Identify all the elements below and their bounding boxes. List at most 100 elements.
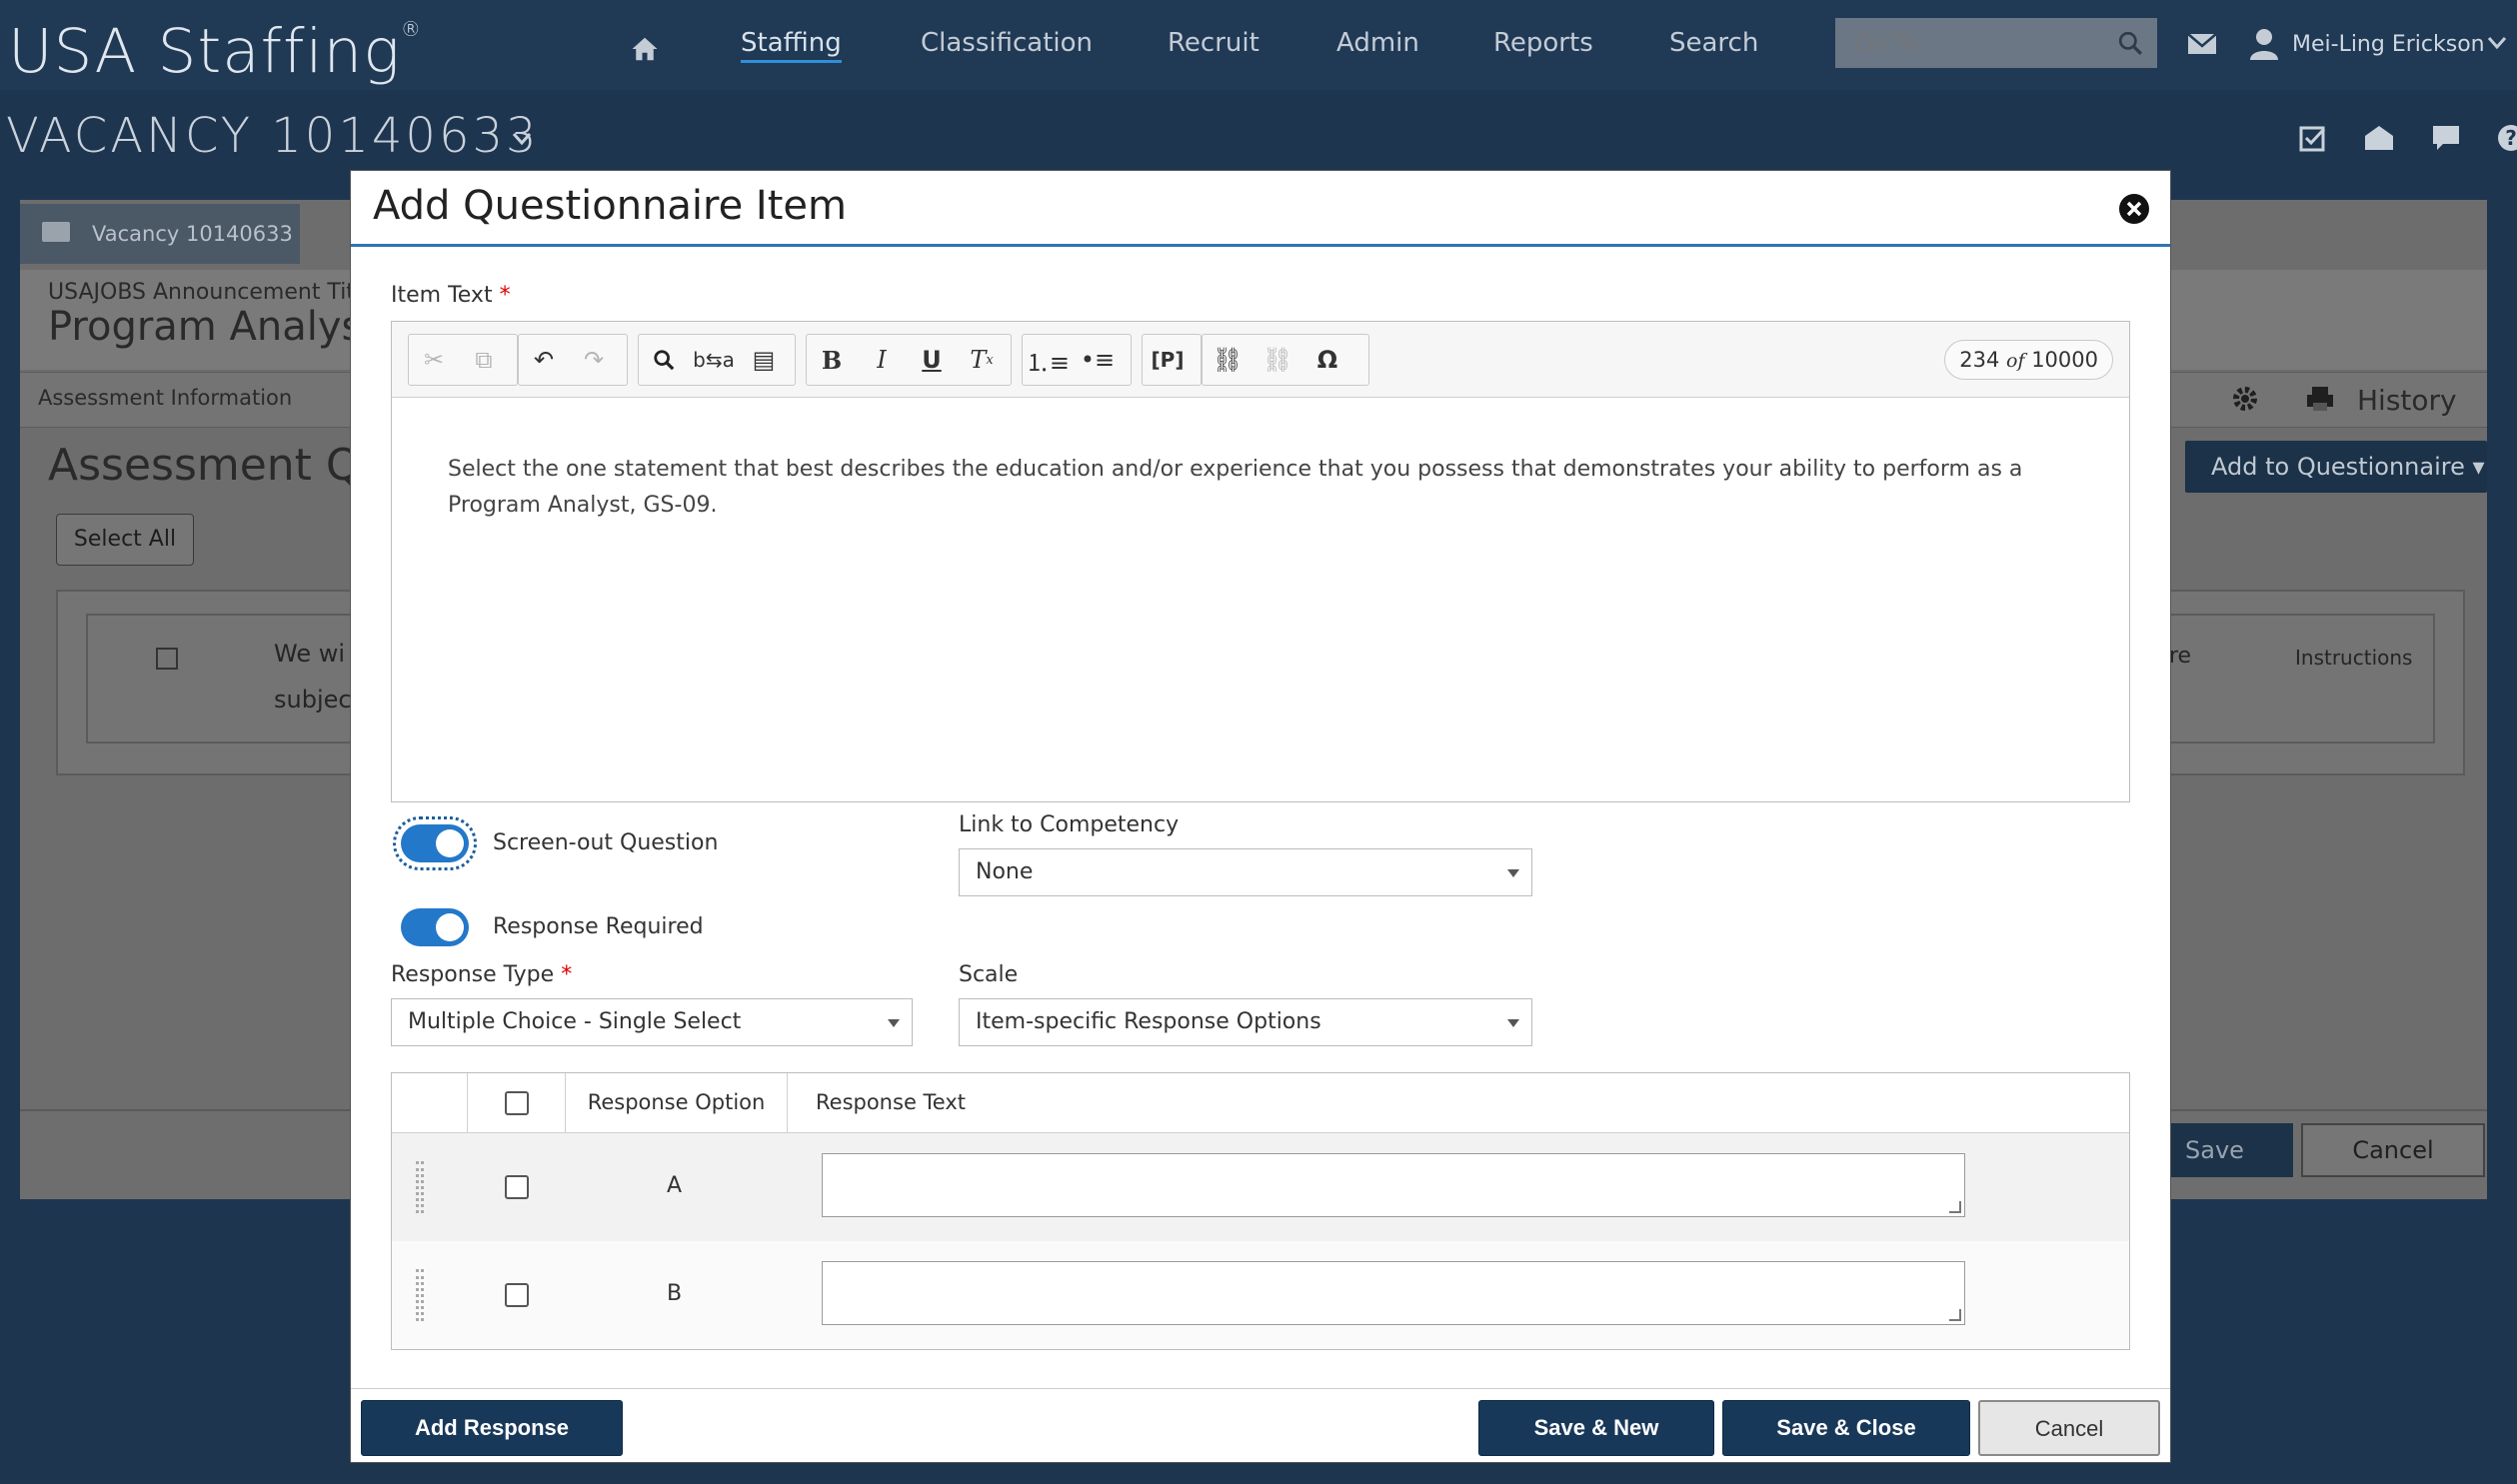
cut-icon[interactable]: ✂	[409, 335, 459, 385]
response-text-input[interactable]	[822, 1261, 1965, 1325]
table-row: B	[392, 1241, 2129, 1349]
background-save-button[interactable]: Save	[2167, 1123, 2293, 1177]
nav-search[interactable]: Search	[1669, 28, 1758, 58]
response-options-table: Response Option Response Text A B	[391, 1072, 2130, 1350]
table-row: A	[392, 1133, 2129, 1241]
link-competency-select[interactable]: None	[959, 848, 1532, 896]
response-required-toggle[interactable]	[401, 908, 469, 946]
replace-icon[interactable]: b⇆a	[689, 335, 739, 385]
response-type-select[interactable]: Multiple Choice - Single Select	[391, 998, 913, 1046]
svg-text:?: ?	[2505, 126, 2517, 150]
vacancy-title[interactable]: VACANCY 10140633	[6, 108, 540, 164]
response-type-label: Response Type *	[391, 962, 573, 987]
close-icon[interactable]	[2118, 193, 2150, 225]
assessment-title: Assessment Qu	[48, 440, 389, 491]
link-icon[interactable]: ⛓	[1203, 335, 1253, 385]
tab-assessment-information[interactable]: Assessment Information	[38, 386, 292, 410]
column-label: re	[2169, 644, 2192, 669]
copy-icon[interactable]: ⧉	[459, 335, 509, 385]
item-text-content[interactable]: Select the one statement that best descr…	[448, 452, 2067, 524]
comment-icon[interactable]	[2431, 124, 2461, 152]
history-link[interactable]: History	[2357, 384, 2457, 417]
vacancy-tab-label: Vacancy 10140633	[92, 222, 293, 246]
print-icon[interactable]	[2305, 385, 2335, 413]
nav-recruit[interactable]: Recruit	[1168, 28, 1259, 58]
find-icon[interactable]	[639, 335, 689, 385]
checklist-icon[interactable]	[2299, 124, 2327, 152]
special-character-icon[interactable]: Ω	[1302, 335, 1352, 385]
caret-down-icon	[1507, 1019, 1519, 1027]
user-icon[interactable]	[2249, 28, 2279, 60]
response-required-label: Response Required	[493, 914, 704, 939]
nav-staffing[interactable]: Staffing	[741, 28, 842, 63]
caret-down-icon	[1507, 869, 1519, 877]
drag-handle-icon[interactable]	[416, 1269, 424, 1321]
select-all-icon[interactable]: ▤	[739, 335, 789, 385]
history-group: ↶ ↷	[518, 334, 628, 386]
help-icon[interactable]: ?	[2497, 124, 2517, 152]
select-all-button[interactable]: Select All	[56, 514, 194, 566]
clipboard-group: ✂ ⧉	[408, 334, 518, 386]
top-nav-bar: USA Staffing® Staffing Classification Re…	[0, 0, 2517, 90]
screen-out-label: Screen-out Question	[493, 830, 719, 855]
save-and-close-button[interactable]: Save & Close	[1722, 1400, 1970, 1456]
vacancy-actions: ?	[2299, 124, 2517, 152]
nav-classification[interactable]: Classification	[921, 28, 1093, 58]
redo-icon[interactable]: ↷	[569, 335, 619, 385]
editor-toolbar: ✂ ⧉ ↶ ↷ b⇆a ▤ B I U Tx ⒈≡ •≡ [P] ⛓ ⛓ Ω 2…	[392, 322, 2129, 398]
select-all-responses-checkbox[interactable]	[505, 1091, 529, 1115]
announcement-label: USAJOBS Announcement Tit	[48, 280, 355, 305]
background-cancel-button[interactable]: Cancel	[2301, 1123, 2485, 1177]
cancel-button[interactable]: Cancel	[1978, 1400, 2160, 1456]
chevron-down-icon[interactable]	[512, 132, 532, 146]
response-option-label: A	[667, 1173, 683, 1198]
insert-group: ⛓ ⛓ Ω	[1202, 334, 1369, 386]
column-response-option: Response Option	[566, 1073, 788, 1133]
envelope-open-icon[interactable]	[2363, 124, 2395, 152]
remove-format-icon[interactable]: Tx	[957, 335, 1007, 385]
paragraph-icon[interactable]: [P]	[1143, 335, 1193, 385]
rich-text-editor[interactable]: ✂ ⧉ ↶ ↷ b⇆a ▤ B I U Tx ⒈≡ •≡ [P] ⛓ ⛓ Ω 2…	[391, 321, 2130, 802]
format-group: B I U Tx	[806, 334, 1012, 386]
nav-admin[interactable]: Admin	[1336, 28, 1419, 58]
numbered-list-icon[interactable]: ⒈≡	[1023, 335, 1073, 385]
home-icon[interactable]	[630, 34, 660, 64]
app-logo[interactable]: USA Staffing®	[8, 16, 422, 87]
drag-handle-icon[interactable]	[416, 1161, 424, 1213]
dialog-footer-divider	[351, 1388, 2170, 1389]
folder-icon	[42, 222, 70, 242]
row-text: subjec	[274, 686, 352, 714]
screen-out-toggle[interactable]	[393, 816, 477, 870]
unlink-icon[interactable]: ⛓	[1253, 335, 1302, 385]
row-checkbox[interactable]	[156, 648, 178, 670]
scale-label: Scale	[959, 962, 1019, 987]
response-text-input[interactable]	[822, 1153, 1965, 1217]
user-name[interactable]: Mei-Ling Erickson	[2292, 32, 2485, 57]
goto-input[interactable]	[1835, 18, 2157, 68]
bulleted-list-icon[interactable]: •≡	[1073, 335, 1123, 385]
search-icon[interactable]	[2117, 30, 2143, 56]
save-and-new-button[interactable]: Save & New	[1478, 1400, 1714, 1456]
mail-icon[interactable]	[2187, 32, 2217, 56]
program-title: Program Analyst	[48, 304, 379, 350]
instructions-label: Instructions	[2295, 646, 2413, 670]
row-text: We wi	[274, 640, 346, 668]
row-checkbox[interactable]	[505, 1175, 529, 1199]
response-option-label: B	[667, 1281, 683, 1306]
link-competency-label: Link to Competency	[959, 812, 1180, 837]
paragraph-group: [P]	[1142, 334, 1202, 386]
undo-icon[interactable]: ↶	[519, 335, 569, 385]
add-to-questionnaire-button[interactable]: Add to Questionnaire ▾	[2185, 441, 2487, 493]
gear-icon[interactable]	[2231, 385, 2259, 413]
scale-select[interactable]: Item-specific Response Options	[959, 998, 1532, 1046]
add-response-button[interactable]: Add Response	[361, 1400, 623, 1456]
italic-icon[interactable]: I	[857, 335, 907, 385]
nav-reports[interactable]: Reports	[1493, 28, 1593, 58]
bold-icon[interactable]: B	[807, 335, 857, 385]
underline-icon[interactable]: U	[907, 335, 957, 385]
chevron-down-icon[interactable]	[2487, 36, 2507, 50]
table-header: Response Option Response Text	[392, 1073, 2129, 1133]
find-group: b⇆a ▤	[638, 334, 796, 386]
row-checkbox[interactable]	[505, 1283, 529, 1307]
list-group: ⒈≡ •≡	[1022, 334, 1132, 386]
